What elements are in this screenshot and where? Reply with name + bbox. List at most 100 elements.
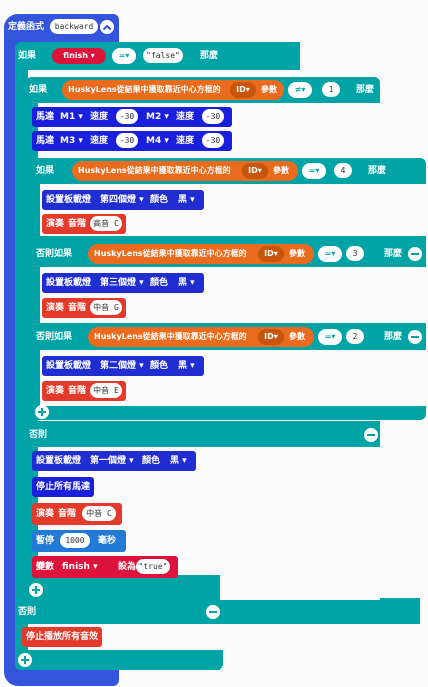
motor-block-1[interactable]: 馬達 M1 ▾ 速度 -30 M2 ▾ 速度 -30	[32, 107, 232, 127]
set-light-block-2[interactable]: 設置板載燈 第二個燈 ▾ 顏色 黑 ▾	[42, 356, 204, 376]
id-field-dropdown[interactable]: ID▾	[230, 82, 256, 98]
color-dropdown[interactable]: 黑 ▾	[178, 276, 195, 290]
which-light-dropdown[interactable]: 第四個燈 ▾	[100, 193, 144, 207]
outer-footer	[15, 650, 223, 670]
add-inner-else-icon[interactable]	[29, 583, 43, 597]
speed-label: 速度	[90, 136, 109, 146]
note-field[interactable]: 高音 C	[90, 216, 122, 231]
equals-operator-text: =	[324, 332, 332, 341]
param-label: 參數	[261, 85, 277, 94]
remove-else-icon[interactable]	[364, 428, 378, 442]
value-3-field[interactable]: 3	[346, 246, 364, 261]
huskylens-text: HuskyLens從結果中獲取靠近中心方框的	[94, 249, 247, 258]
which-light-text: 第二個燈	[100, 361, 137, 371]
note-field[interactable]: 中音 C	[82, 506, 116, 521]
false-string-field[interactable]: "false"	[143, 48, 183, 63]
set-light-block-3[interactable]: 設置板載燈 第三個燈 ▾ 顏色 黑 ▾	[42, 273, 204, 293]
value-1-field[interactable]: 1	[322, 82, 340, 97]
set-to-label: 設為	[118, 562, 137, 572]
color-label: 顏色	[150, 361, 169, 371]
id-field-text: ID	[248, 166, 258, 175]
equals-dropdown-3[interactable]: =▾	[318, 329, 342, 345]
play-tone-block-mid-c[interactable]: 演奏 音階 中音 C	[32, 503, 122, 525]
value-2-field[interactable]: 2	[346, 329, 364, 344]
color-label: 顏色	[150, 195, 169, 205]
outer-if-label: 如果	[18, 51, 37, 61]
motor-block-2[interactable]: 馬達 M3 ▾ 速度 -30 M4 ▾ 速度 -30	[32, 131, 232, 151]
inner-gap	[220, 575, 380, 600]
which-light-dropdown[interactable]: 第二個燈 ▾	[100, 359, 144, 373]
speed-m2-field[interactable]: -30	[202, 109, 224, 124]
variable-dropdown[interactable]: finish ▾	[62, 560, 98, 574]
not-equal-dropdown[interactable]: ≠▾	[288, 82, 312, 98]
finish-variable-dropdown[interactable]: finish ▾	[52, 48, 106, 64]
id-field-dropdown[interactable]: ID▾	[242, 163, 268, 179]
play-tone-block-mid-e[interactable]: 演奏 音階 中音 E	[42, 381, 126, 401]
color-dropdown[interactable]: 黑 ▾	[170, 454, 187, 468]
remove-branch-icon[interactable]	[408, 247, 422, 261]
set-light-block-4[interactable]: 設置板載燈 第四個燈 ▾ 顏色 黑 ▾	[42, 190, 204, 210]
note-field[interactable]: 中音 G	[90, 300, 122, 315]
motor-m2-dropdown[interactable]: M2 ▾	[146, 110, 169, 124]
add-outer-else-icon[interactable]	[18, 653, 32, 667]
remove-branch-icon[interactable]	[408, 330, 422, 344]
true-string-field[interactable]: "true"	[136, 559, 170, 574]
id-field-dropdown[interactable]: ID▾	[258, 329, 284, 345]
outer-else-header[interactable]	[15, 600, 223, 624]
huskylens-id-block[interactable]: HuskyLens從結果中獲取靠近中心方框的 ID▾ 參數	[72, 161, 298, 181]
motor-m2-text: M2	[146, 112, 162, 122]
pause-ms-field[interactable]: 1000	[60, 533, 90, 548]
equals-dropdown-1[interactable]: =▾	[302, 163, 326, 179]
speed-m1-field[interactable]: -30	[116, 109, 138, 124]
color-dropdown[interactable]: 黑 ▾	[178, 359, 195, 373]
color-text: 黑	[178, 195, 188, 205]
huskylens-text: HuskyLens從結果中獲取靠近中心方框的	[68, 85, 221, 94]
play-label: 演奏	[46, 219, 65, 229]
play-label: 演奏	[46, 303, 65, 313]
set-variable-block[interactable]: 變數 finish ▾ 設為 "true"	[32, 556, 178, 578]
pause-block[interactable]: 暫停 1000 毫秒	[32, 530, 126, 552]
huskylens-id-block[interactable]: HuskyLens從結果中獲取靠近中心方框的 ID▾ 參數	[88, 327, 314, 347]
id-field-dropdown[interactable]: ID▾	[258, 246, 284, 262]
function-name-field[interactable]: backward	[50, 19, 98, 34]
which-light-dropdown[interactable]: 第三個燈 ▾	[100, 276, 144, 290]
equals-dropdown-2[interactable]: =▾	[318, 246, 342, 262]
param-label: 參數	[273, 166, 289, 175]
stop-motors-label: 停止所有馬達	[36, 482, 91, 492]
equals-operator-dropdown[interactable]: =▾	[112, 48, 136, 64]
play-tone-block-high-c[interactable]: 演奏 音階 高音 C	[42, 214, 126, 234]
huskylens-id-block[interactable]: HuskyLens從結果中獲取靠近中心方框的 ID▾ 參數	[62, 80, 284, 100]
elseif-label-3: 否則如果	[36, 332, 73, 342]
collapse-icon[interactable]	[100, 20, 114, 34]
speed-label: 速度	[176, 112, 195, 122]
huskylens-id-block[interactable]: HuskyLens從結果中獲取靠近中心方框的 ID▾ 參數	[88, 244, 314, 264]
set-var-label: 變數	[36, 562, 55, 572]
tone-label: 音階	[68, 386, 87, 396]
speed-label: 速度	[90, 112, 109, 122]
not-equal-text: ≠	[294, 85, 302, 94]
set-light-block-1[interactable]: 設置板載燈 第一個燈 ▾ 顏色 黑 ▾	[32, 451, 196, 471]
play-tone-block-mid-g[interactable]: 演奏 音階 中音 G	[42, 298, 126, 318]
remove-outer-else-icon[interactable]	[206, 605, 220, 619]
variable-text: finish	[62, 562, 90, 572]
elseif-label-2: 否則如果	[36, 249, 73, 259]
param-label: 參數	[289, 249, 305, 258]
speed-m4-field[interactable]: -30	[202, 133, 224, 148]
value-4-field[interactable]: 4	[334, 163, 352, 178]
note-field[interactable]: 中音 E	[90, 383, 122, 398]
speed-m3-field[interactable]: -30	[116, 133, 138, 148]
stop-motors-block[interactable]: 停止所有馬達	[32, 477, 94, 497]
which-light-dropdown[interactable]: 第一個燈 ▾	[90, 454, 134, 468]
inner-else-header[interactable]	[26, 424, 380, 447]
motor-label: 馬達	[36, 112, 55, 122]
stop-all-sounds-block[interactable]: 停止播放所有音效	[22, 627, 102, 647]
color-dropdown[interactable]: 黑 ▾	[178, 193, 195, 207]
motor-m3-dropdown[interactable]: M3 ▾	[60, 134, 83, 148]
motor-m1-dropdown[interactable]: M1 ▾	[60, 110, 83, 124]
motor-m4-dropdown[interactable]: M4 ▾	[146, 134, 169, 148]
inner-else-label: 否則	[29, 430, 48, 440]
add-branch-icon[interactable]	[35, 405, 49, 419]
inner-then-label: 那麼	[356, 85, 375, 95]
outer-else-label: 否則	[18, 607, 37, 617]
outer-then-label: 那麼	[200, 51, 219, 61]
